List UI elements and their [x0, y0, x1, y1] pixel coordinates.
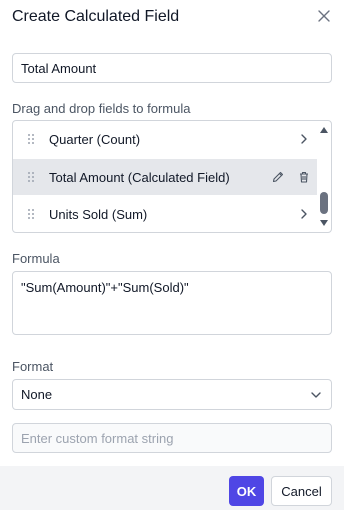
field-item-units-sold[interactable]: Units Sold (Sum)	[13, 196, 317, 232]
fields-section-label: Drag and drop fields to formula	[12, 101, 191, 116]
dialog-title: Create Calculated Field	[12, 8, 180, 25]
fields-list: Quarter (Count) Total Amount (Calculated…	[12, 120, 332, 233]
scroll-down-icon[interactable]	[319, 218, 329, 228]
drag-handle-icon[interactable]	[13, 133, 49, 145]
field-name-input[interactable]	[12, 53, 332, 83]
field-item-total-amount[interactable]: Total Amount (Calculated Field)	[13, 159, 317, 195]
drag-handle-icon[interactable]	[13, 171, 49, 183]
ok-button[interactable]: OK	[229, 476, 264, 506]
field-item-label: Units Sold (Sum)	[49, 206, 148, 222]
create-calculated-field-dialog: Create Calculated Field Drag and drop fi…	[0, 0, 344, 510]
fields-scrollbar[interactable]	[317, 121, 331, 232]
chevron-down-icon	[311, 391, 321, 398]
edit-icon[interactable]	[265, 159, 291, 195]
drag-handle-icon[interactable]	[13, 208, 49, 220]
format-select[interactable]: None	[12, 379, 332, 410]
dialog-footer: OK Cancel	[0, 466, 344, 510]
formula-editor[interactable]: "Sum(Amount)"+"Sum(Sold)"	[12, 271, 332, 335]
field-item-label: Total Amount (Calculated Field)	[49, 169, 230, 185]
custom-format-input[interactable]	[12, 423, 332, 453]
chevron-right-icon[interactable]	[291, 121, 317, 157]
cancel-button[interactable]: Cancel	[271, 476, 332, 506]
format-select-value: None	[21, 387, 53, 402]
field-item-quarter-count[interactable]: Quarter (Count)	[13, 121, 317, 157]
field-item-label: Quarter (Count)	[49, 131, 141, 147]
scrollbar-thumb[interactable]	[320, 192, 328, 214]
chevron-right-icon[interactable]	[291, 196, 317, 232]
scroll-up-icon[interactable]	[319, 125, 329, 135]
delete-icon[interactable]	[291, 159, 317, 195]
formula-label: Formula	[12, 251, 60, 266]
close-icon	[318, 10, 330, 22]
format-label: Format	[12, 359, 54, 374]
close-button[interactable]	[316, 8, 332, 24]
